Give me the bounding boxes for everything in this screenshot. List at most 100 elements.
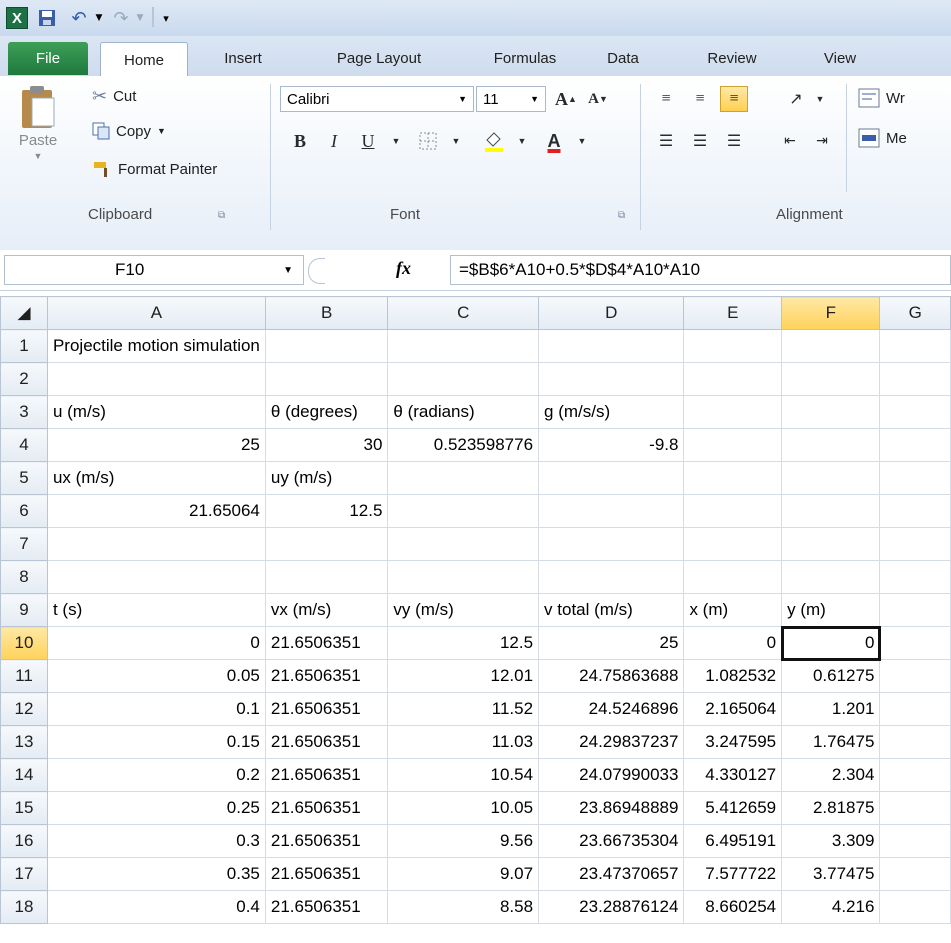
save-icon[interactable] <box>36 7 58 29</box>
cell-a4[interactable]: 25 <box>46 428 266 462</box>
cell-g14[interactable] <box>879 758 951 792</box>
cell-c14[interactable]: 10.54 <box>387 758 540 792</box>
cell-a16[interactable]: 0.3 <box>46 824 266 858</box>
cell-a1[interactable]: Projectile motion simulation <box>46 329 266 363</box>
cell-f17[interactable]: 3.77475 <box>781 857 881 891</box>
cell-f5[interactable] <box>781 461 881 495</box>
row-header[interactable]: 12 <box>0 692 48 726</box>
fill-color-icon[interactable] <box>480 128 508 154</box>
shrink-font-icon[interactable]: A ▼ <box>584 86 612 112</box>
cell-a3[interactable]: u (m/s) <box>46 395 266 429</box>
cell-e1[interactable] <box>683 329 783 363</box>
cell-f3[interactable] <box>781 395 881 429</box>
cell-d4[interactable]: -9.8 <box>538 428 685 462</box>
cell-f12[interactable]: 1.201 <box>781 692 881 726</box>
cell-a2[interactable] <box>46 362 266 396</box>
undo-dropdown-icon[interactable]: ▼ <box>93 7 105 29</box>
cell-f10[interactable]: 0 <box>780 625 881 661</box>
row-header[interactable]: 1 <box>0 329 48 363</box>
cell-f9[interactable]: y (m) <box>781 593 881 627</box>
cell-e5[interactable] <box>683 461 783 495</box>
borders-dropdown-icon[interactable]: ▼ <box>442 128 470 154</box>
cell-g5[interactable] <box>879 461 951 495</box>
column-header-g[interactable]: G <box>879 296 951 330</box>
cell-a11[interactable]: 0.05 <box>46 659 266 693</box>
cell-g16[interactable] <box>879 824 951 858</box>
column-header-c[interactable]: C <box>387 296 540 330</box>
cell-g6[interactable] <box>879 494 951 528</box>
cell-d5[interactable] <box>538 461 685 495</box>
cell-d16[interactable]: 23.66735304 <box>538 824 685 858</box>
cell-c17[interactable]: 9.07 <box>387 857 540 891</box>
cell-f2[interactable] <box>781 362 881 396</box>
row-header[interactable]: 6 <box>0 494 48 528</box>
font-color-dropdown-icon[interactable]: ▼ <box>568 128 596 154</box>
cell-f14[interactable]: 2.304 <box>781 758 881 792</box>
tab-formulas[interactable]: Formulas <box>470 42 580 75</box>
cell-e14[interactable]: 4.330127 <box>683 758 783 792</box>
cell-f15[interactable]: 2.81875 <box>781 791 881 825</box>
cell-b10[interactable]: 21.6506351 <box>264 626 389 660</box>
cell-a10[interactable]: 0 <box>46 626 266 660</box>
cell-b13[interactable]: 21.6506351 <box>264 725 389 759</box>
cell-d7[interactable] <box>538 527 685 561</box>
cell-a17[interactable]: 0.35 <box>46 857 266 891</box>
cell-a7[interactable] <box>46 527 266 561</box>
merge-center-button[interactable]: Me <box>858 128 907 148</box>
cell-b2[interactable] <box>264 362 389 396</box>
tab-data[interactable]: Data <box>588 42 658 75</box>
cell-b15[interactable]: 21.6506351 <box>264 791 389 825</box>
row-header[interactable]: 4 <box>0 428 48 462</box>
cell-c9[interactable]: vy (m/s) <box>387 593 540 627</box>
cell-e6[interactable] <box>683 494 783 528</box>
cell-d10[interactable]: 25 <box>538 626 685 660</box>
column-header-e[interactable]: E <box>683 296 783 330</box>
column-header-d[interactable]: D <box>538 296 685 330</box>
cell-a9[interactable]: t (s) <box>46 593 266 627</box>
cell-b4[interactable]: 30 <box>264 428 389 462</box>
cell-a12[interactable]: 0.1 <box>46 692 266 726</box>
clipboard-launcher-icon[interactable]: ⧉ <box>218 210 225 221</box>
cell-c5[interactable] <box>387 461 540 495</box>
cell-d1[interactable] <box>538 329 685 363</box>
row-header[interactable]: 8 <box>0 560 48 594</box>
align-center-icon[interactable]: ☰ <box>686 128 714 154</box>
cell-c2[interactable] <box>387 362 540 396</box>
paste-button[interactable]: Paste ▼ <box>8 84 68 194</box>
cell-b9[interactable]: vx (m/s) <box>264 593 389 627</box>
tab-review[interactable]: Review <box>688 42 776 75</box>
cell-g7[interactable] <box>879 527 951 561</box>
paste-dropdown-icon[interactable]: ▼ <box>34 151 43 161</box>
cell-a18[interactable]: 0.4 <box>46 890 266 924</box>
cell-b5[interactable]: uy (m/s) <box>264 461 389 495</box>
cell-c4[interactable]: 0.523598776 <box>387 428 540 462</box>
row-header[interactable]: 15 <box>0 791 48 825</box>
align-bottom-icon[interactable]: ≡ <box>720 86 748 112</box>
cut-button[interactable]: ✂ Cut <box>92 86 136 107</box>
bold-button[interactable]: B <box>286 128 314 154</box>
align-middle-icon[interactable]: ≡ <box>686 86 714 112</box>
grow-font-icon[interactable]: A ▲ <box>552 86 580 112</box>
cell-g10[interactable] <box>879 626 951 660</box>
cell-d3[interactable]: g (m/s/s) <box>538 395 685 429</box>
copy-dropdown-icon[interactable]: ▼ <box>157 126 166 136</box>
cell-g15[interactable] <box>879 791 951 825</box>
cell-c12[interactable]: 11.52 <box>387 692 540 726</box>
font-launcher-icon[interactable]: ⧉ <box>618 210 625 221</box>
cell-c1[interactable] <box>387 329 540 363</box>
cell-a14[interactable]: 0.2 <box>46 758 266 792</box>
row-header[interactable]: 3 <box>0 395 48 429</box>
font-size-field[interactable]: 11 ▼ <box>476 86 546 112</box>
cell-b3[interactable]: θ (degrees) <box>264 395 389 429</box>
row-header[interactable]: 14 <box>0 758 48 792</box>
customize-quick-access-icon[interactable]: ▾ <box>158 7 174 29</box>
cell-e18[interactable]: 8.660254 <box>683 890 783 924</box>
cell-g3[interactable] <box>879 395 951 429</box>
cell-d12[interactable]: 24.5246896 <box>538 692 685 726</box>
cell-e11[interactable]: 1.082532 <box>683 659 783 693</box>
tab-home[interactable]: Home <box>100 42 188 77</box>
cell-d2[interactable] <box>538 362 685 396</box>
row-header[interactable]: 17 <box>0 857 48 891</box>
decrease-indent-icon[interactable]: ⇤ <box>776 128 804 154</box>
copy-button[interactable]: Copy ▼ <box>92 122 166 140</box>
